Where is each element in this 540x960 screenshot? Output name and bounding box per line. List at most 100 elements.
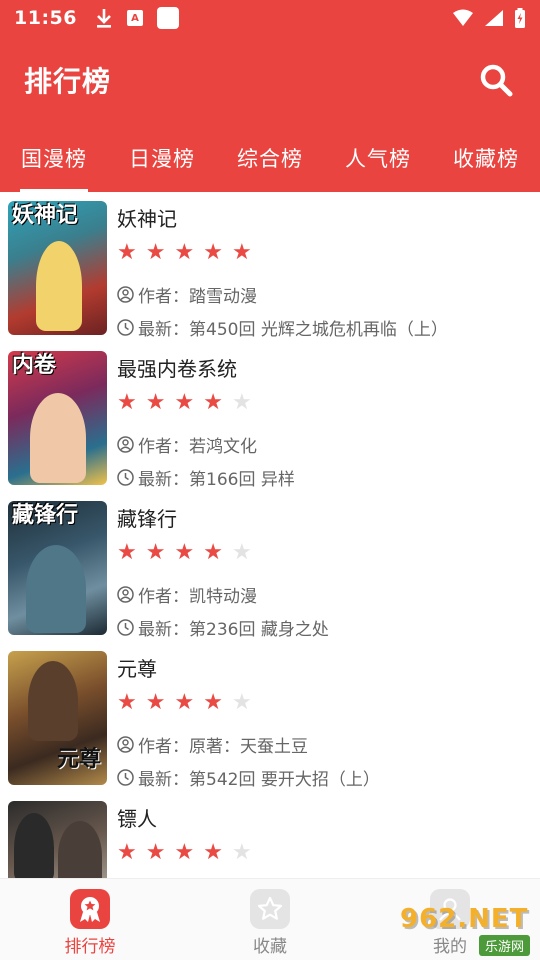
tab-label: 日漫榜 — [129, 147, 195, 171]
comic-title: 藏锋行 — [117, 507, 177, 531]
star-icon: ★ — [145, 390, 166, 415]
star-icon: ★ — [145, 690, 166, 715]
star-icon: ★ — [203, 240, 223, 265]
search-icon — [480, 64, 513, 97]
star-icon: ★ — [174, 690, 195, 715]
comic-title: 元尊 — [117, 657, 157, 681]
comic-cover: 藏锋行 — [8, 501, 107, 635]
star-icon: ★ — [117, 540, 137, 565]
star-icon: ★ — [231, 240, 252, 265]
rating-stars: ★ ★ ★ ★ ★ — [117, 842, 532, 864]
star-icon: ★ — [231, 390, 252, 415]
tab-zonghe[interactable]: 综合榜 — [216, 124, 324, 192]
star-icon: ★ — [174, 390, 195, 415]
comic-title: 镖人 — [117, 807, 157, 831]
star-icon: ★ — [203, 690, 223, 715]
nav-favorites[interactable]: 收藏 — [180, 879, 360, 960]
latest-text: 最新：第542回 要开大招（上） — [138, 769, 380, 790]
comic-latest: 最新：第166回 异样 — [117, 465, 532, 490]
user-icon — [117, 735, 134, 753]
rating-stars: ★ ★ ★ ★ ★ — [117, 692, 532, 714]
nav-ranking[interactable]: 排行榜 — [0, 879, 180, 960]
ranking-icon — [70, 889, 110, 929]
tab-label: 收藏榜 — [453, 147, 519, 171]
comic-info: 藏锋行 ★ ★ ★ ★ ★ 作者：凯特动漫 最新：第236回 藏身之处 — [117, 501, 532, 642]
user-icon — [117, 285, 134, 303]
status-system-icons — [452, 8, 526, 28]
tab-renqi[interactable]: 人气榜 — [324, 124, 432, 192]
clock-icon — [117, 468, 134, 486]
star-icon: ★ — [231, 540, 252, 565]
cover-figure — [28, 661, 78, 741]
status-bar: 11:56 A — [0, 0, 540, 36]
star-icon: ★ — [145, 540, 166, 565]
list-item[interactable]: 妖神记 妖神记 ★ ★ ★ ★ ★ 作者：踏雪动漫 最新：第450回 光辉之城危… — [0, 192, 540, 342]
latest-text: 最新：第166回 异样 — [138, 469, 295, 490]
battery-icon — [515, 8, 525, 28]
list-item[interactable]: 藏锋行 藏锋行 ★ ★ ★ ★ ★ 作者：凯特动漫 最新：第236回 藏身之处 — [0, 492, 540, 642]
star-icon: ★ — [231, 690, 252, 715]
comic-title: 妖神记 — [117, 207, 177, 231]
star-icon: ★ — [145, 240, 166, 265]
author-text: 作者：凯特动漫 — [138, 586, 257, 607]
ranking-tabs: 国漫榜 日漫榜 综合榜 人气榜 收藏榜 — [0, 124, 540, 192]
tab-label: 人气榜 — [345, 147, 411, 171]
comic-title: 最强内卷系统 — [117, 357, 237, 381]
rating-stars: ★ ★ ★ ★ ★ — [117, 542, 532, 564]
comic-list: 妖神记 妖神记 ★ ★ ★ ★ ★ 作者：踏雪动漫 最新：第450回 光辉之城危… — [0, 192, 540, 878]
status-time: 11:56 — [14, 7, 77, 29]
star-icon: ★ — [174, 840, 195, 865]
comic-latest: 最新：第236回 藏身之处 — [117, 615, 532, 640]
star-icon: ★ — [174, 240, 195, 265]
cover-title-art: 内卷 — [12, 353, 57, 378]
comic-info: 镖人 ★ ★ ★ ★ ★ — [117, 801, 532, 878]
cover-title-art: 妖神记 — [12, 203, 79, 228]
signal-icon — [485, 10, 503, 26]
comic-author: 作者：原著：天蚕土豆 — [117, 732, 532, 757]
clock-icon — [117, 768, 134, 786]
user-icon — [117, 585, 134, 603]
download-icon — [96, 9, 111, 28]
comic-author: 作者：踏雪动漫 — [117, 282, 532, 307]
star-icon: ★ — [203, 390, 223, 415]
app-notification-icon: A — [126, 10, 143, 26]
tab-guoman[interactable]: 国漫榜 — [0, 124, 108, 192]
user-icon — [117, 435, 134, 453]
comic-latest: 最新：第450回 光辉之城危机再临（上） — [117, 315, 532, 340]
app-bar: 排行榜 — [0, 36, 540, 124]
cover-figure — [36, 241, 82, 331]
list-item[interactable]: 内卷 最强内卷系统 ★ ★ ★ ★ ★ 作者：若鸿文化 最新：第166回 异样 — [0, 342, 540, 492]
search-button[interactable] — [476, 60, 516, 100]
star-icon: ★ — [203, 540, 223, 565]
tab-label: 国漫榜 — [21, 147, 87, 171]
latest-text: 最新：第236回 藏身之处 — [138, 619, 329, 640]
wifi-icon — [453, 9, 473, 26]
cover-title-art: 元尊 — [56, 747, 101, 772]
cover-figure — [58, 821, 102, 878]
watermark-logo-text: 962.NET — [400, 904, 529, 934]
list-item[interactable]: 镖人 ★ ★ ★ ★ ★ — [0, 792, 540, 878]
star-icon: ★ — [203, 840, 223, 865]
cover-figure — [30, 393, 86, 483]
author-text: 作者：若鸿文化 — [138, 436, 257, 457]
cover-figure — [14, 813, 54, 878]
comic-cover: 内卷 — [8, 351, 107, 485]
star-icon: ★ — [117, 240, 137, 265]
comic-cover — [8, 801, 107, 878]
star-icon: ★ — [145, 840, 166, 865]
status-notifications: A — [95, 7, 179, 29]
star-icon — [250, 889, 290, 929]
watermark-sub-text: 乐游网 — [478, 935, 530, 956]
comic-latest: 最新：第542回 要开大招（上） — [117, 765, 532, 790]
site-watermark: 962.NET 乐游网 — [398, 904, 534, 956]
list-item[interactable]: 元尊 元尊 ★ ★ ★ ★ ★ 作者：原著：天蚕土豆 最新：第542回 要开大招… — [0, 642, 540, 792]
page-title: 排行榜 — [24, 65, 112, 98]
star-icon: ★ — [117, 840, 137, 865]
nav-label: 排行榜 — [64, 937, 116, 957]
cover-title-art: 藏锋行 — [12, 503, 79, 528]
tab-riman[interactable]: 日漫榜 — [108, 124, 216, 192]
tab-shoucang[interactable]: 收藏榜 — [432, 124, 540, 192]
notification-square-icon — [156, 7, 179, 29]
author-text: 作者：踏雪动漫 — [138, 286, 257, 307]
rating-stars: ★ ★ ★ ★ ★ — [117, 242, 532, 264]
